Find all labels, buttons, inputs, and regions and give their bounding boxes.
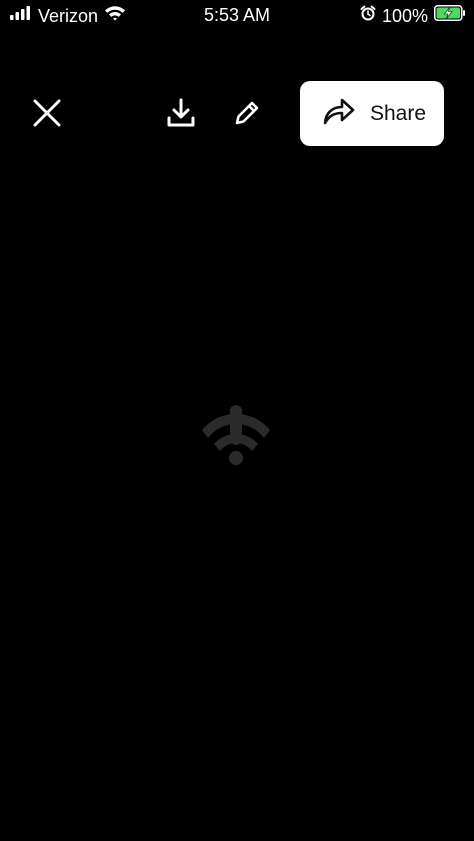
pencil-icon xyxy=(233,99,261,132)
edit-button[interactable] xyxy=(226,95,268,135)
download-icon xyxy=(166,98,196,133)
download-button[interactable] xyxy=(160,95,202,135)
share-arrow-icon xyxy=(322,96,356,131)
no-connection-icon xyxy=(196,400,276,470)
status-right: 100% xyxy=(360,5,466,26)
alarm-icon xyxy=(360,5,376,26)
close-icon xyxy=(33,99,61,132)
status-bar: Verizon 5:53 AM 100% xyxy=(0,0,474,32)
share-label: Share xyxy=(370,101,427,125)
battery-percent: 100% xyxy=(381,5,428,26)
battery-charging-icon xyxy=(434,5,466,26)
close-button[interactable] xyxy=(26,95,68,135)
share-button[interactable]: Share xyxy=(300,81,444,146)
